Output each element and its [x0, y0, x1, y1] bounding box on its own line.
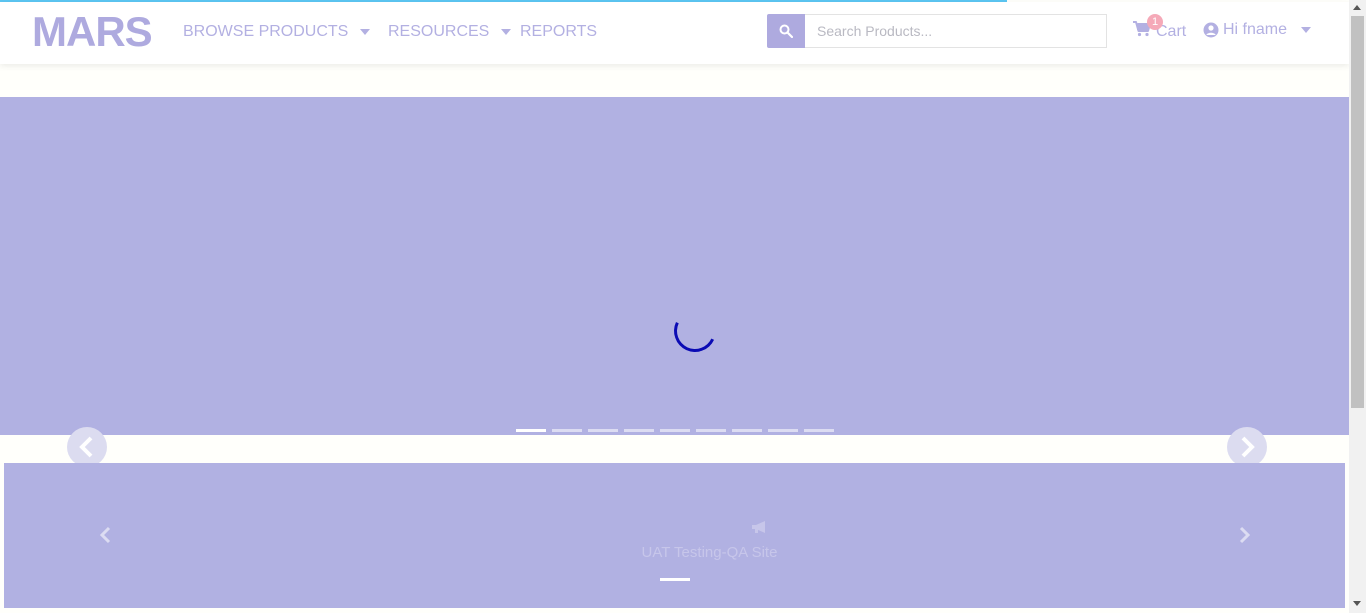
carousel-indicator[interactable]: [804, 429, 834, 432]
carousel-indicator[interactable]: [696, 429, 726, 432]
cart-link[interactable]: 1 Cart: [1133, 14, 1186, 42]
hero-next-button[interactable]: [1227, 427, 1267, 467]
caret-down-icon: [360, 29, 371, 35]
user-circle-icon: [1203, 22, 1219, 38]
carousel-indicator[interactable]: [768, 429, 798, 432]
hero-carousel: [0, 97, 1349, 435]
chevron-left-icon: [79, 436, 93, 458]
cart-count-badge: 1: [1147, 14, 1163, 30]
scrollbar-thumb[interactable]: [1351, 16, 1364, 408]
user-menu[interactable]: Hi fname: [1203, 21, 1312, 39]
nav-browse-products[interactable]: BROWSE PRODUCTS: [183, 23, 371, 41]
carousel-indicator[interactable]: [588, 429, 618, 432]
page-scrollbar[interactable]: [1349, 0, 1366, 613]
user-greeting: Hi fname: [1223, 21, 1288, 38]
carousel-indicator[interactable]: [516, 429, 546, 432]
nav-reports-label: REPORTS: [520, 23, 598, 40]
mars-logo[interactable]: MARS: [32, 8, 153, 56]
search-icon: [779, 24, 793, 38]
cart-icon-wrap: 1: [1133, 14, 1163, 42]
top-navbar: MARS BROWSE PRODUCTS RESOURCES REPORTS 1…: [0, 2, 1349, 64]
megaphone-icon: [751, 520, 769, 539]
caret-down-icon: [501, 29, 512, 35]
announcement-text: UAT Testing-QA Site: [641, 544, 778, 561]
hero-carousel-indicators: [516, 429, 834, 432]
chevron-right-icon: [1241, 436, 1255, 458]
nav-browse-products-label: BROWSE PRODUCTS: [183, 23, 349, 40]
carousel-indicator[interactable]: [552, 429, 582, 432]
chevron-right-icon: [1239, 526, 1251, 544]
chevron-left-icon: [99, 526, 111, 544]
nav-reports[interactable]: REPORTS: [520, 23, 597, 41]
announcement-carousel: UAT Testing-QA Site: [4, 463, 1345, 608]
carousel-indicator[interactable]: [732, 429, 762, 432]
scroll-down-arrow-icon[interactable]: [1353, 601, 1361, 606]
search-input[interactable]: [805, 14, 1107, 48]
nav-resources-label: RESOURCES: [388, 23, 490, 40]
carousel-indicator[interactable]: [624, 429, 654, 432]
hero-prev-button[interactable]: [67, 427, 107, 467]
search-button[interactable]: [767, 14, 805, 48]
nav-resources[interactable]: RESOURCES: [388, 23, 512, 41]
announcement-indicator[interactable]: [660, 578, 690, 581]
carousel-indicator[interactable]: [660, 429, 690, 432]
scroll-up-arrow-icon[interactable]: [1353, 5, 1361, 10]
caret-down-icon: [1301, 27, 1312, 33]
